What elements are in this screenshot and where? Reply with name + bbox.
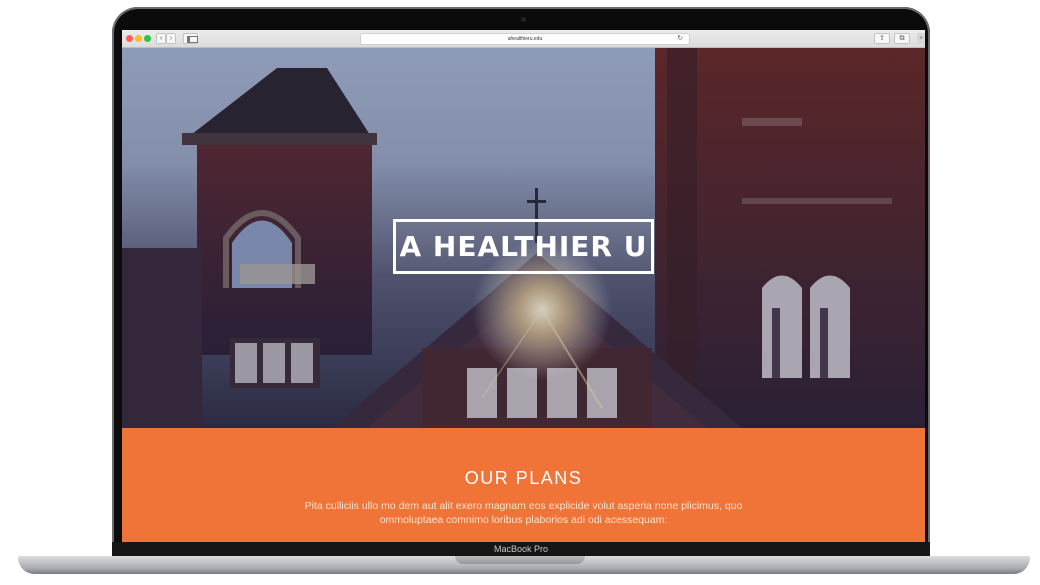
- brand-title: A HEALTHIER U: [399, 230, 648, 263]
- browser-window: ‹ › ahealthieru.edu ↻ ⇪ ⧉ + A HEALTHIER …: [122, 30, 925, 542]
- minimize-window-button[interactable]: [135, 35, 142, 42]
- close-window-button[interactable]: [126, 35, 133, 42]
- camera-icon: [521, 17, 526, 22]
- new-tab-icon[interactable]: +: [917, 33, 925, 44]
- back-button[interactable]: ‹: [156, 33, 166, 44]
- laptop-notch: [455, 556, 585, 564]
- share-icon[interactable]: ⇪: [874, 33, 890, 44]
- plans-heading: OUR PLANS: [464, 468, 583, 488]
- url-text: ahealthieru.edu: [507, 36, 543, 42]
- address-bar[interactable]: ahealthieru.edu ↻: [360, 33, 690, 45]
- reload-icon[interactable]: ↻: [677, 34, 683, 44]
- plans-section: OUR PLANS Pita culliciis ullo mo dem aut…: [122, 428, 925, 542]
- hero-banner: A HEALTHIER U: [122, 48, 925, 428]
- plans-description: Pita culliciis ullo mo dem aut alit exer…: [304, 500, 743, 526]
- sidebar-toggle-icon[interactable]: [183, 33, 198, 44]
- zoom-window-button[interactable]: [144, 35, 151, 42]
- laptop-hinge: MacBook Pro: [112, 542, 930, 556]
- device-model-label: MacBook Pro: [493, 544, 549, 554]
- browser-toolbar: ‹ › ahealthieru.edu ↻ ⇪ ⧉ +: [122, 30, 925, 48]
- brand-logo-box: A HEALTHIER U: [393, 219, 654, 274]
- forward-button[interactable]: ›: [166, 33, 176, 44]
- show-tabs-icon[interactable]: ⧉: [894, 33, 910, 44]
